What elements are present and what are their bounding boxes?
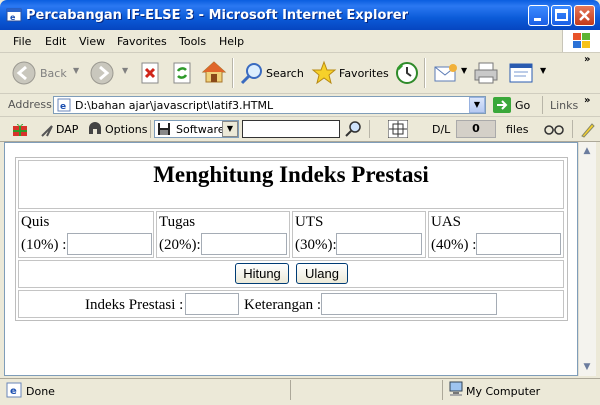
- mail-icon[interactable]: [433, 62, 459, 84]
- menu-help[interactable]: Help: [219, 35, 244, 48]
- ie-icon: e: [6, 8, 22, 22]
- svg-text:e: e: [10, 13, 16, 22]
- home-icon[interactable]: [201, 60, 227, 84]
- status-separator: [442, 380, 443, 400]
- back-icon[interactable]: [12, 61, 36, 85]
- keterangan-label: Keterangan :: [244, 297, 322, 313]
- menu-favorites[interactable]: Favorites: [117, 35, 167, 48]
- gift-icon[interactable]: [12, 121, 28, 137]
- close-icon: [579, 10, 590, 21]
- window-title: Percabangan IF-ELSE 3 - Microsoft Intern…: [26, 8, 409, 23]
- linkbar-separator: [572, 120, 573, 138]
- scroll-up-icon[interactable]: ▲: [579, 143, 595, 159]
- vertical-scrollbar[interactable]: [578, 142, 596, 376]
- menu-edit[interactable]: Edit: [45, 35, 66, 48]
- toolbar-separator: [232, 58, 234, 88]
- address-separator: [542, 96, 543, 114]
- toolbar-chevron-icon[interactable]: »: [584, 54, 590, 65]
- forward-dropdown-icon[interactable]: ▼: [122, 66, 128, 75]
- page-heading: Menghitung Indeks Prestasi: [153, 162, 429, 187]
- quis-weight: (10%) :: [21, 237, 67, 253]
- ulang-button[interactable]: Ulang: [296, 263, 348, 284]
- uas-weight: (40%) :: [431, 237, 477, 253]
- links-chevron-icon[interactable]: »: [584, 95, 590, 106]
- ip-label: Indeks Prestasi :: [85, 297, 184, 313]
- zone-text: My Computer: [466, 385, 541, 398]
- dap-label[interactable]: DAP: [56, 123, 78, 136]
- quis-label: Quis: [21, 214, 50, 230]
- status-separator: [290, 380, 291, 400]
- back-button-label[interactable]: Back: [40, 67, 67, 80]
- favorites-star-icon[interactable]: [311, 60, 337, 86]
- dl-label: D/L: [432, 123, 451, 136]
- links-label[interactable]: Links: [550, 99, 578, 112]
- address-url: D:\bahan ajar\javascript\latif3.HTML: [75, 99, 274, 112]
- tugas-weight: (20%):: [159, 237, 201, 253]
- software-dropdown-icon[interactable]: ▼: [222, 121, 238, 137]
- close-button[interactable]: [574, 5, 595, 26]
- search-button-label[interactable]: Search: [266, 67, 304, 80]
- uts-label: UTS: [295, 214, 324, 230]
- forward-icon[interactable]: [90, 61, 114, 85]
- tugas-label: Tugas: [159, 214, 196, 230]
- maximize-button[interactable]: [551, 5, 572, 26]
- mail-dropdown-icon[interactable]: ▼: [461, 66, 467, 75]
- refresh-icon[interactable]: [172, 62, 192, 84]
- svg-text:e: e: [60, 102, 66, 112]
- address-dropdown-button[interactable]: ▼: [469, 97, 485, 113]
- menu-file[interactable]: File: [13, 35, 31, 48]
- go-arrow-icon[interactable]: [493, 97, 511, 113]
- keterangan-output[interactable]: [321, 293, 497, 315]
- tugas-input[interactable]: [201, 233, 287, 255]
- toolbar-separator: [424, 58, 426, 88]
- search-icon[interactable]: [240, 61, 264, 85]
- download-count: 0: [456, 120, 496, 138]
- buttons-cell: [18, 260, 564, 288]
- status-text: Done: [26, 385, 55, 398]
- linkbar-separator: [150, 120, 151, 138]
- options-icon[interactable]: [87, 120, 103, 136]
- glasses-icon[interactable]: [544, 121, 564, 137]
- linkbar-separator: [369, 120, 370, 138]
- menu-tools[interactable]: Tools: [179, 35, 206, 48]
- software-select-value: Software: [176, 123, 225, 136]
- back-dropdown-icon[interactable]: ▼: [73, 66, 79, 75]
- magnifier-icon[interactable]: [344, 120, 362, 138]
- edit-page-icon[interactable]: [508, 62, 534, 84]
- ip-output[interactable]: [185, 293, 239, 315]
- address-label: Address: [8, 98, 52, 111]
- linkbar-search-input[interactable]: [242, 120, 340, 138]
- uts-input[interactable]: [336, 233, 422, 255]
- scroll-down-icon[interactable]: ▼: [579, 359, 595, 375]
- minimize-icon: [534, 18, 541, 21]
- print-icon[interactable]: [473, 61, 499, 85]
- svg-text:e: e: [10, 386, 17, 397]
- go-button-label[interactable]: Go: [515, 99, 530, 112]
- options-label[interactable]: Options: [105, 123, 147, 136]
- quis-input[interactable]: [67, 233, 152, 255]
- hitung-button[interactable]: Hitung: [235, 263, 289, 284]
- floppy-icon: [158, 123, 170, 135]
- windows-logo: [562, 30, 600, 52]
- my-computer-icon: [449, 381, 463, 396]
- capture-icon[interactable]: [388, 120, 408, 138]
- history-icon[interactable]: [395, 61, 419, 85]
- uas-input[interactable]: [476, 233, 561, 255]
- windows-flag-icon: [573, 33, 590, 48]
- uts-weight: (30%):: [295, 237, 337, 253]
- page-status-icon: e: [6, 382, 22, 398]
- stop-icon[interactable]: [140, 62, 160, 84]
- edit-dropdown-icon[interactable]: ▼: [540, 66, 546, 75]
- maximize-icon: [555, 9, 568, 21]
- menu-view[interactable]: View: [79, 35, 105, 48]
- files-label: files: [506, 123, 529, 136]
- minimize-button[interactable]: [528, 5, 549, 26]
- highlighter-icon[interactable]: [578, 120, 596, 138]
- uas-label: UAS: [431, 214, 462, 230]
- dap-icon[interactable]: [40, 124, 54, 138]
- page-icon: e: [57, 98, 71, 112]
- favorites-button-label[interactable]: Favorites: [339, 67, 389, 80]
